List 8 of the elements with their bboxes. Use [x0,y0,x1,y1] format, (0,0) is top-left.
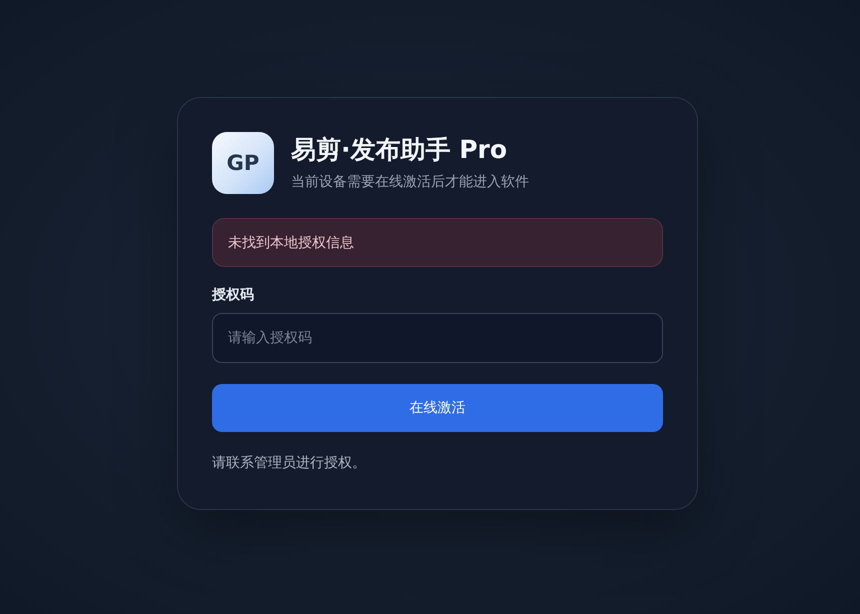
activate-button[interactable]: 在线激活 [212,384,663,432]
license-code-input[interactable]: 请输入授权码 [212,313,663,363]
app-title: 易剪·发布助手 Pro [291,134,508,166]
app-subtitle: 当前设备需要在线激活后才能进入软件 [291,173,529,192]
app-logo: GP [212,132,274,194]
error-alert: 未找到本地授权信息 [212,218,663,267]
footer-note: 请联系管理员进行授权。 [212,454,367,473]
field-label: 授权码 [212,286,255,305]
